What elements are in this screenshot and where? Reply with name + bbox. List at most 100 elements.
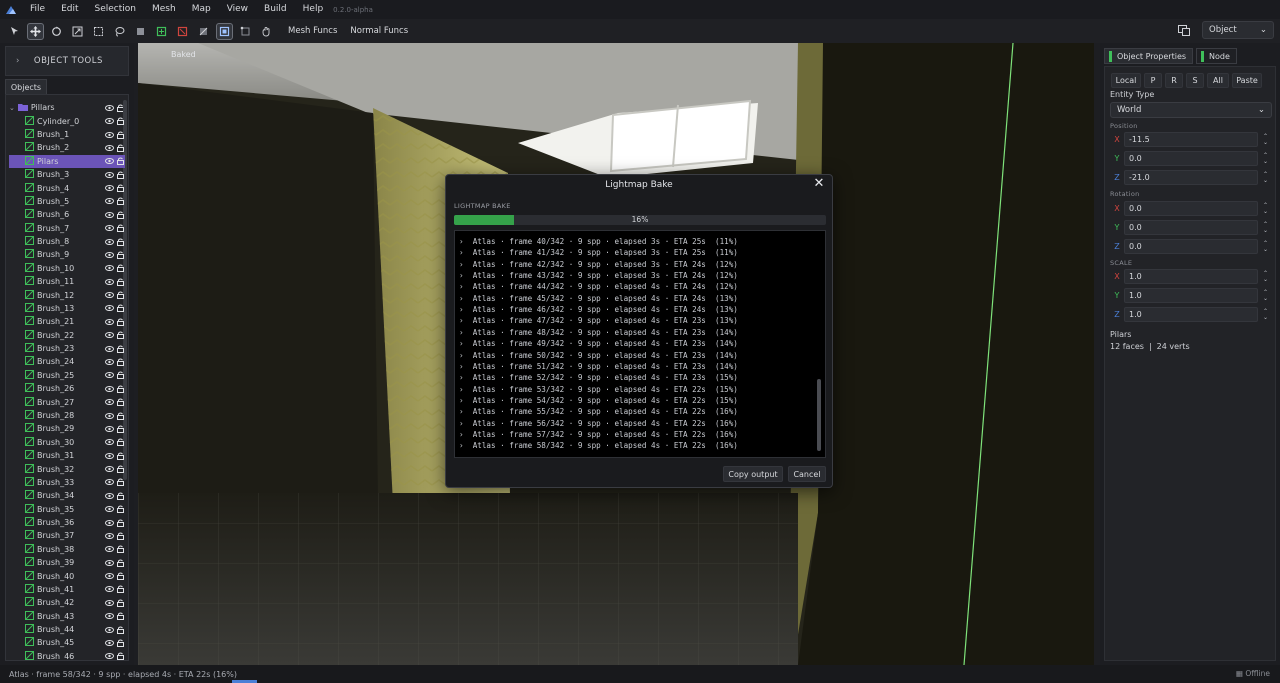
tree-item[interactable]: Brush_36 [9,516,125,529]
eye-icon[interactable] [105,451,114,460]
eye-icon[interactable] [105,438,114,447]
lock-icon[interactable] [116,531,125,540]
entity-type-select[interactable]: World ⌄ [1110,102,1272,118]
lock-icon[interactable] [116,130,125,139]
lock-icon[interactable] [116,170,125,179]
tree-item[interactable]: Brush_27 [9,395,125,408]
rotation-x-input[interactable]: 0.0 [1124,201,1258,216]
mode-select[interactable]: Object ⌄ [1202,21,1274,39]
eye-icon[interactable] [105,625,114,634]
mesh-funcs-button[interactable]: Mesh Funcs [288,26,337,36]
position-x-input[interactable]: -11.5 [1124,132,1258,147]
lock-icon[interactable] [116,424,125,433]
lock-icon[interactable] [116,264,125,273]
tree-item[interactable]: Brush_6 [9,208,125,221]
position-button[interactable]: P [1144,73,1162,88]
eye-icon[interactable] [105,130,114,139]
stepper-icon[interactable]: ⌃ ⌄ [1261,307,1270,322]
eye-icon[interactable] [105,224,114,233]
tree-item[interactable]: Brush_26 [9,382,125,395]
tree-item[interactable]: Brush_30 [9,436,125,449]
tree-item[interactable]: Brush_13 [9,302,125,315]
eye-icon[interactable] [105,465,114,474]
tree-item[interactable]: Brush_41 [9,583,125,596]
eye-icon[interactable] [105,398,114,407]
lock-icon[interactable] [116,291,125,300]
scale-button[interactable]: S [1186,73,1204,88]
tree-item[interactable]: Brush_38 [9,543,125,556]
rotate-tool-icon[interactable] [48,23,65,40]
tree-item[interactable]: Brush_31 [9,449,125,462]
stepper-icon[interactable]: ⌃ ⌄ [1261,151,1270,166]
eye-icon[interactable] [105,264,114,273]
rotation-button[interactable]: R [1165,73,1183,88]
lock-icon[interactable] [116,518,125,527]
tree-item[interactable]: Brush_35 [9,503,125,516]
copy-output-button[interactable]: Copy output [723,466,783,482]
normal-funcs-button[interactable]: Normal Funcs [350,26,408,36]
lock-icon[interactable] [116,612,125,621]
tree-item[interactable]: Brush_37 [9,529,125,542]
cancel-button[interactable]: Cancel [788,466,826,482]
lock-icon[interactable] [116,598,125,607]
stepper-icon[interactable]: ⌃ ⌄ [1261,288,1270,303]
lock-icon[interactable] [116,638,125,647]
texture-icon[interactable] [195,23,212,40]
log-scrollbar[interactable] [817,379,821,451]
lasso-icon[interactable] [111,23,128,40]
rotation-z-input[interactable]: 0.0 [1124,239,1258,254]
eye-icon[interactable] [105,304,114,313]
lock-icon[interactable] [116,465,125,474]
eye-icon[interactable] [105,157,114,166]
eye-icon[interactable] [105,505,114,514]
lock-icon[interactable] [116,157,125,166]
position-y-input[interactable]: 0.0 [1124,151,1258,166]
tree-item[interactable]: Brush_7 [9,222,125,235]
eye-icon[interactable] [105,197,114,206]
eye-icon[interactable] [105,344,114,353]
tree-item[interactable]: Brush_2 [9,141,125,154]
eye-icon[interactable] [105,170,114,179]
lock-icon[interactable] [116,117,125,126]
tree-item[interactable]: Brush_4 [9,181,125,194]
lock-icon[interactable] [116,250,125,259]
face-mode-icon[interactable] [216,22,233,40]
lock-icon[interactable] [116,478,125,487]
window-layout-icon[interactable] [1175,22,1192,39]
tree-item[interactable]: Brush_21 [9,315,125,328]
eye-icon[interactable] [105,652,114,660]
eye-icon[interactable] [105,558,114,567]
tree-item[interactable]: Brush_32 [9,462,125,475]
stepper-icon[interactable]: ⌃ ⌄ [1261,201,1270,216]
menu-map[interactable]: Map [184,0,219,19]
lock-icon[interactable] [116,585,125,594]
tree-item[interactable]: Brush_43 [9,610,125,623]
stepper-icon[interactable]: ⌃ ⌄ [1261,132,1270,147]
eye-icon[interactable] [105,518,114,527]
eye-icon[interactable] [105,117,114,126]
lock-icon[interactable] [116,491,125,500]
tree-item[interactable]: Brush_29 [9,422,125,435]
eye-icon[interactable] [105,411,114,420]
tree-item[interactable]: Brush_12 [9,288,125,301]
lock-icon[interactable] [116,384,125,393]
lock-icon[interactable] [116,625,125,634]
stepper-icon[interactable]: ⌃ ⌄ [1261,269,1270,284]
local-button[interactable]: Local [1111,73,1141,88]
eye-icon[interactable] [105,478,114,487]
lock-icon[interactable] [116,411,125,420]
eye-icon[interactable] [105,277,114,286]
subtract-brush-icon[interactable] [174,23,191,40]
paste-button[interactable]: Paste [1232,73,1262,88]
tree-item[interactable]: Brush_40 [9,569,125,582]
menu-file[interactable]: File [22,0,53,19]
tree-item[interactable]: Brush_45 [9,636,125,649]
all-button[interactable]: All [1207,73,1229,88]
lock-icon[interactable] [116,558,125,567]
lock-icon[interactable] [116,331,125,340]
menu-mesh[interactable]: Mesh [144,0,184,19]
tree-item[interactable]: Brush_33 [9,476,125,489]
tree-item[interactable]: Brush_1 [9,128,125,141]
move-tool-icon[interactable] [27,22,44,40]
eye-icon[interactable] [105,184,114,193]
